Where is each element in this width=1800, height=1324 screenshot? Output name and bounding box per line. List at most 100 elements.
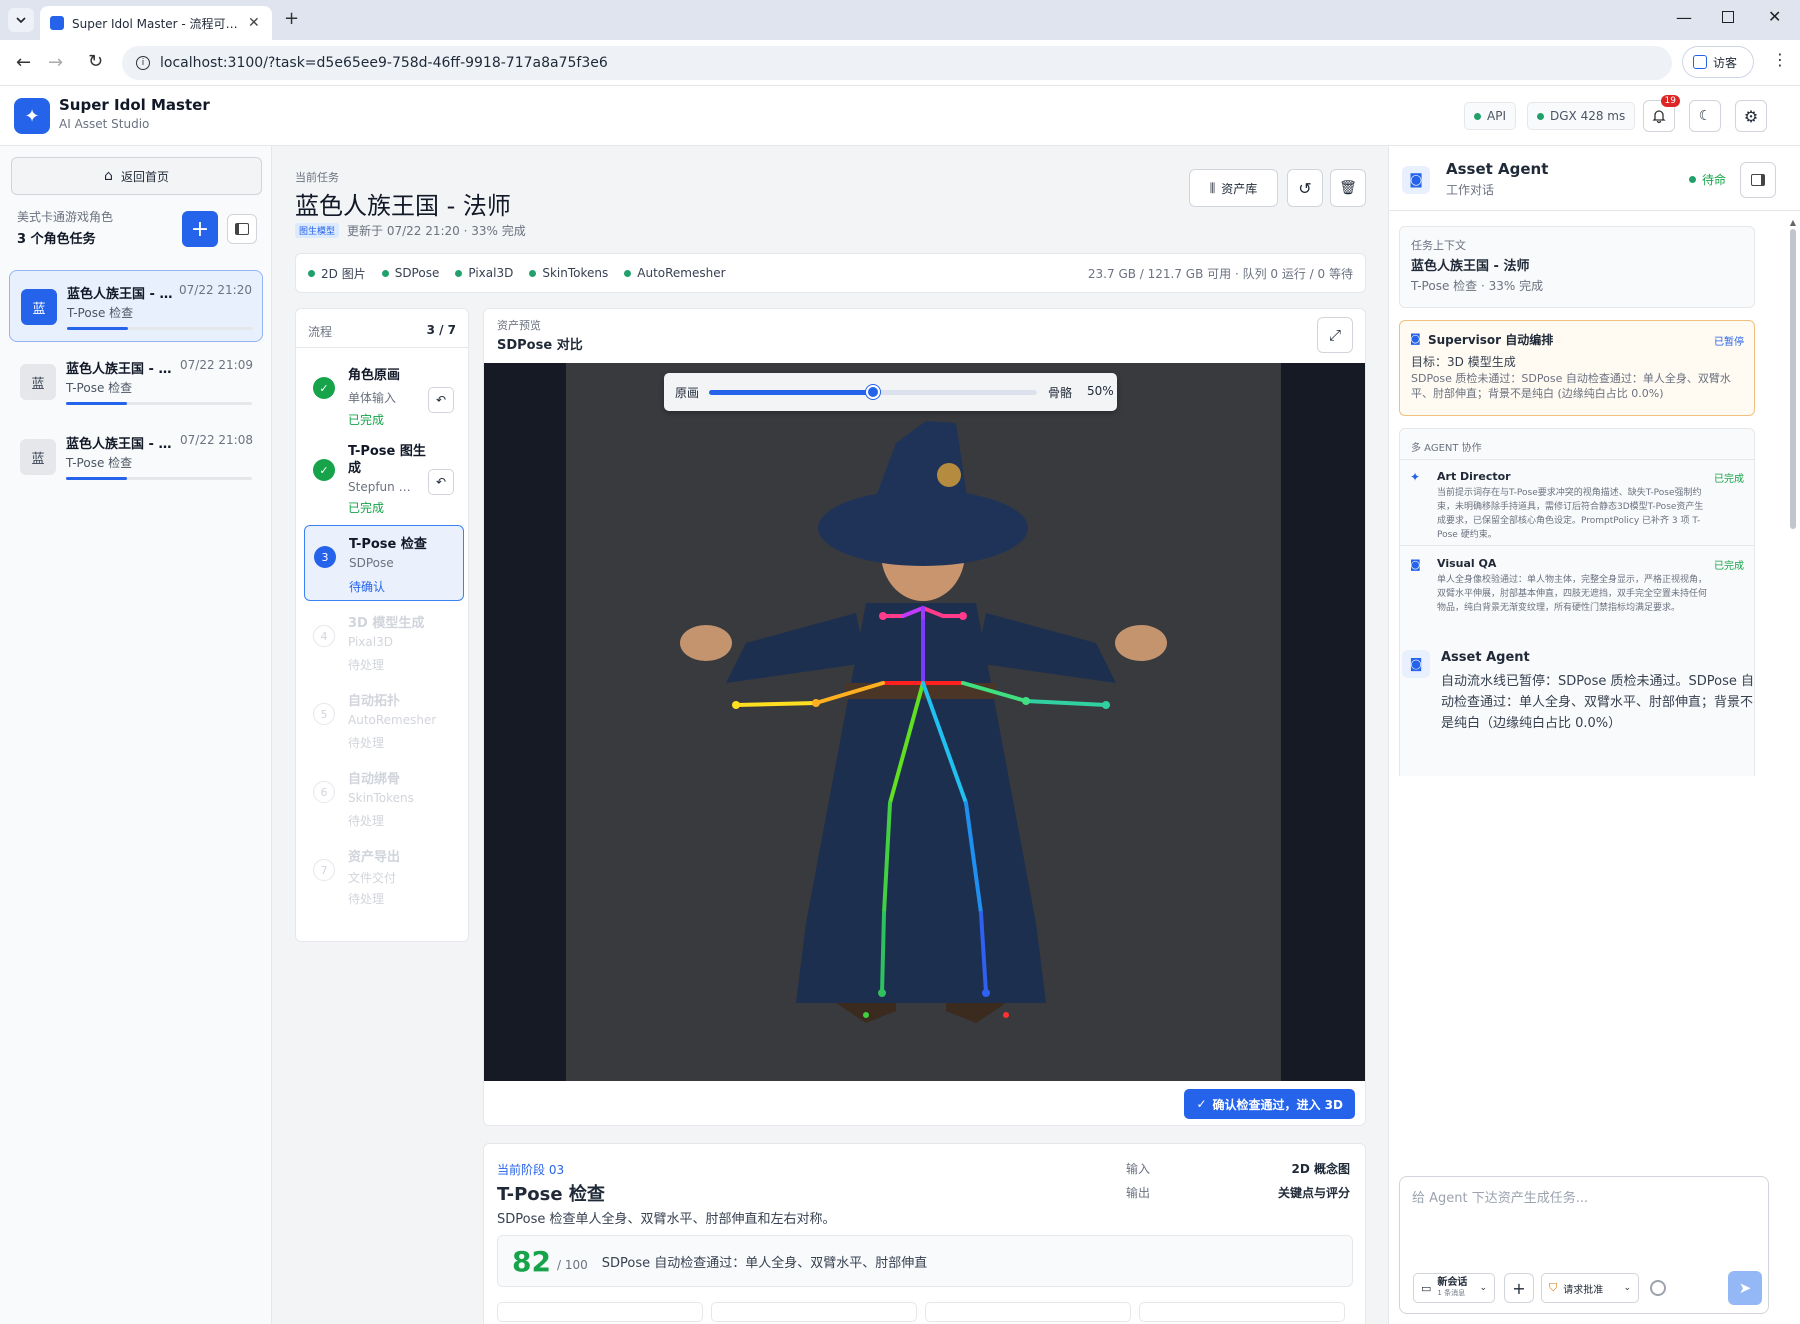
stage-title: T-Pose 检查 — [497, 1184, 605, 1205]
tool-label: SkinTokens — [542, 266, 609, 280]
stage-desc: SDPose 检查单人全身、双臂水平、肘部伸直和左右对称。 — [497, 1212, 836, 1227]
collab-text: 单人全身像校验通过：单人物主体，完整全身显示，严格正视视角，双臂水平伸展，肘部基… — [1437, 575, 1708, 613]
session-label: 新会话 — [1437, 1277, 1468, 1288]
pipeline-step[interactable]: ✓ T-Pose 图生成 Stepfun 图... 已完成 ↶ — [304, 433, 464, 517]
preview-canvas: 原画 骨骼 50% — [484, 363, 1365, 1081]
collab-text: 当前提示词存在与T-Pose要求冲突的视角描述、缺失T-Pose强制约束，未明确… — [1437, 488, 1704, 540]
session-selector[interactable]: ▭ 新会话 1 条消息 ⌄ — [1413, 1273, 1495, 1303]
collapse-sidebar-button[interactable] — [227, 214, 257, 244]
undo-step-button[interactable]: ↶ — [428, 469, 454, 495]
browser-address-bar: ← → ↻ i localhost:3100/?task=d5e65ee9-75… — [0, 40, 1800, 86]
agent-status: 待命 — [1689, 171, 1726, 188]
add-task-button[interactable]: + — [182, 211, 218, 247]
send-button[interactable]: ➤ — [1728, 1271, 1762, 1305]
agent-sub: 工作对话 — [1446, 183, 1495, 197]
browser-menu-icon[interactable]: ⋮ — [1772, 50, 1788, 69]
expand-icon: ⤢ — [1328, 326, 1341, 344]
pipeline-step[interactable]: ✓ 角色原画 单体输入 已完成 ↶ — [304, 357, 464, 431]
step-name: 自动绑骨 — [348, 772, 401, 787]
window-close-icon[interactable]: ✕ — [1768, 7, 1781, 26]
home-button[interactable]: ⌂ 返回首页 — [11, 157, 262, 195]
task-item[interactable]: 蓝 蓝色人族王国 - 法师 07/22 21:20 T-Pose 检查 — [9, 270, 263, 342]
step-name: T-Pose 图生成 — [348, 444, 426, 476]
pipeline-step[interactable]: 7 资产导出 文件交付 待处理 — [304, 839, 464, 911]
back-icon[interactable]: ← — [16, 52, 31, 73]
preview-image-area — [566, 363, 1281, 1081]
fullscreen-button[interactable]: ⤢ — [1317, 317, 1353, 353]
confirm-button[interactable]: ✓ 确认检查通过，进入 3D — [1184, 1089, 1355, 1119]
notifications-button[interactable]: 19 — [1643, 95, 1680, 132]
task-item[interactable]: 蓝 蓝色人族王国 - 法师 07/22 21:09 T-Pose 检查 — [9, 346, 263, 418]
new-tab-icon[interactable]: + — [284, 8, 299, 29]
app-sub: AI Asset Studio — [59, 117, 150, 131]
step-number: 3 — [314, 546, 336, 568]
preview-title: SDPose 对比 — [497, 338, 583, 353]
pipeline-step[interactable]: 6 自动绑骨 SkinTokens 待处理 — [304, 761, 464, 833]
task-eyebrow: 当前任务 — [295, 171, 339, 184]
attach-button[interactable]: + — [1504, 1273, 1534, 1303]
toggle-panel-button[interactable] — [1740, 162, 1776, 198]
tool-label: Pixal3D — [468, 266, 514, 280]
tool-chip: AutoRemesher — [624, 266, 726, 280]
tools-list: 2D 图片 SDPose Pixal3D SkinTokens AutoReme… — [308, 265, 726, 282]
pipeline-step[interactable]: 5 自动拓扑 AutoRemesher 待处理 — [304, 683, 464, 755]
approval-selector[interactable]: ⛉ 请求批准 ⌄ — [1541, 1273, 1639, 1303]
theme-toggle-button[interactable]: ☾ — [1689, 100, 1721, 132]
forward-icon[interactable]: → — [48, 52, 63, 73]
task-badge: 图生模型 — [295, 223, 340, 238]
collab-name: Art Director — [1437, 470, 1511, 483]
panel-left-icon — [235, 223, 249, 235]
agent-input[interactable]: 给 Agent 下达资产生成任务... — [1412, 1187, 1752, 1267]
agent-scrollbar[interactable]: ▲ — [1789, 218, 1797, 776]
browser-tab-active[interactable]: Super Idol Master - 流程可视化 ✕ — [40, 6, 272, 40]
reload-icon[interactable]: ↻ — [88, 51, 103, 72]
undo-step-button[interactable]: ↶ — [428, 387, 454, 413]
output-label: 输出 — [1126, 1186, 1151, 1200]
assets-library-button[interactable]: ⫼ 资产库 — [1189, 169, 1278, 207]
status-api: API — [1464, 102, 1516, 130]
url-field[interactable]: i localhost:3100/?task=d5e65ee9-758d-46f… — [122, 46, 1672, 80]
task-title: 蓝色人族王国 - 法师 — [66, 362, 176, 377]
pipeline-panel: 流程 3 / 7 ✓ 角色原画 单体输入 已完成 ↶ ✓ T-Pose 图生成 … — [295, 308, 469, 942]
tool-label: AutoRemesher — [637, 266, 726, 280]
maximize-icon[interactable] — [1722, 11, 1734, 23]
step-number: 4 — [313, 625, 335, 647]
left-sidebar: ⌂ 返回首页 美式卡通游戏角色 3 个角色任务 + 蓝 蓝色人族王国 - 法师 … — [0, 146, 272, 1324]
tab-title: Super Idol Master - 流程可视化 — [72, 16, 242, 31]
task-avatar: 蓝 — [20, 364, 56, 400]
moon-icon: ☾ — [1698, 108, 1712, 124]
pipeline-step[interactable]: 4 3D 模型生成 Pixal3D 待处理 — [304, 605, 464, 677]
tab-close-icon[interactable]: ✕ — [248, 15, 260, 31]
task-progress — [66, 402, 252, 405]
plus-icon: + — [190, 216, 210, 242]
task-stage: T-Pose 检查 — [66, 381, 133, 395]
pipeline-step-active[interactable]: 3 T-Pose 检查 SDPose 待确认 — [304, 525, 464, 601]
tab-search-button[interactable] — [8, 8, 34, 32]
robot-icon: ◙ — [1410, 332, 1421, 345]
minimize-icon[interactable]: — — [1676, 8, 1692, 27]
slider-thumb[interactable] — [866, 385, 880, 399]
session-sub: 1 条消息 — [1437, 1289, 1466, 1297]
stage-card: 当前阶段 03 T-Pose 检查 SDPose 检查单人全身、双臂水平、肘部伸… — [483, 1143, 1366, 1324]
settings-button[interactable]: ⚙ — [1735, 100, 1767, 132]
chat-icon: ▭ — [1421, 1281, 1432, 1295]
task-progress — [66, 477, 252, 480]
input-value: 2D 概念图 — [1291, 1162, 1351, 1176]
context-title: 蓝色人族王国 - 法师 — [1411, 259, 1530, 274]
metric-box — [1139, 1302, 1345, 1322]
slider-value: 50% — [1087, 384, 1114, 398]
task-item[interactable]: 蓝 蓝色人族王国 - 法师 07/22 21:08 T-Pose 检查 — [9, 421, 263, 493]
step-sub: 文件交付 — [348, 871, 397, 885]
collab-label: 多 AGENT 协作 — [1411, 443, 1482, 454]
compare-slider[interactable] — [709, 385, 1037, 399]
step-status: 待确认 — [349, 580, 386, 594]
check-icon: ✓ — [313, 459, 335, 481]
profile-button[interactable]: 访客 — [1682, 46, 1754, 78]
reset-button[interactable]: ↺ — [1287, 169, 1323, 207]
tool-label: 2D 图片 — [321, 266, 366, 281]
check-icon: ✓ — [1196, 1097, 1207, 1111]
context-card: 任务上下文 蓝色人族王国 - 法师 T-Pose 检查 · 33% 完成 — [1399, 226, 1755, 308]
supervisor-goal: 目标：3D 模型生成 — [1411, 355, 1516, 369]
delete-button[interactable]: 🗑 — [1330, 169, 1366, 207]
step-status: 待处理 — [348, 736, 385, 750]
